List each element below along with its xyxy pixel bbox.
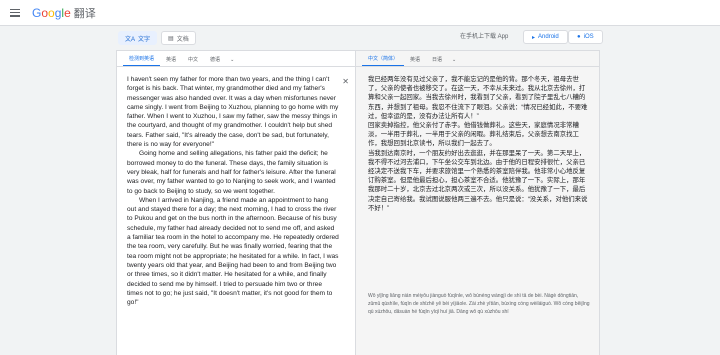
android-app-button[interactable]: ▸ Android [523,30,568,44]
mode-document-button[interactable]: ▤ 文档 [161,31,196,45]
source-paragraph: I haven't seen my father for more than t… [127,76,339,149]
source-tab-detected[interactable]: 检测到英语 [123,55,161,66]
apple-icon: ● [577,34,581,40]
google-logo-text: Google [32,6,71,20]
chevron-down-icon[interactable]: ⌄ [226,57,238,66]
target-tab-english[interactable]: 英语 [404,56,426,66]
text-icon: 文A [125,36,136,43]
romanization-text: Wǒ yǐjīng liǎng nián méiyǒu jiànguò fùqī… [368,293,590,316]
logo-letter-e: e [64,5,71,20]
source-language-bar: 检测到英语 英语 中文 德语 ⌄ [117,51,355,67]
source-textarea[interactable]: I haven't seen my father for more than t… [127,75,339,307]
source-tab-english[interactable]: 英语 [160,56,182,66]
mode-document-label: 文档 [176,36,189,43]
clear-text-icon[interactable]: ✕ [342,77,349,86]
top-bar: Google 翻译 [0,0,720,26]
source-paragraph: Going home and selling allegations, his … [127,150,336,195]
translation-output: 我已经两年没有见过父亲了，我不能忘记的是他的背。那个冬天，祖母去世了，父亲的使者… [368,75,590,213]
target-language-bar: 中文（简体） 英语 日语 ⌄ [356,51,599,67]
menu-icon[interactable] [10,8,20,17]
logo-letter-g: G [32,5,42,20]
mode-text-label: 文字 [138,36,151,43]
android-icon: ▸ [532,34,536,41]
logo-letter-o2: o [48,5,55,20]
app-download-promo: 在手机上下载 App [460,34,509,40]
mode-bar: 文A 文字 ▤ 文档 在手机上下载 App ▸ Android ● iOS [0,26,720,50]
source-paragraph: When I arrived in Nanjing, a friend made… [127,196,339,307]
mode-text-button[interactable]: 文A 文字 [118,31,158,45]
target-panel: 中文（简体） 英语 日语 ⌄ 我已经两年没有见过父亲了，我不能忘记的是他的背。那… [356,50,600,355]
target-tab-chinese-simplified[interactable]: 中文（简体） [362,55,405,66]
source-tab-german[interactable]: 德语 [204,56,226,66]
translation-paragraph: 我已经两年没有见过父亲了，我不能忘记的是他的背。那个冬天，祖母去世了，父亲的使者… [368,76,588,120]
source-panel: 检测到英语 英语 中文 德语 ⌄ I haven't seen my fathe… [116,50,356,355]
product-name: 翻译 [73,7,96,20]
ios-label: iOS [583,34,594,40]
source-tab-chinese[interactable]: 中文 [182,56,204,66]
app-logo[interactable]: Google 翻译 [32,5,96,21]
android-label: Android [538,34,559,40]
chevron-down-icon[interactable]: ⌄ [448,57,460,66]
translation-paragraph: 回家卖掉指控，他父亲付了赤字。他借钱做葬礼。这些天，家庭情况非常糟淡，一半用于葬… [368,122,579,148]
document-icon: ▤ [168,35,174,42]
target-tab-japanese[interactable]: 日语 [426,56,448,66]
ios-app-button[interactable]: ● iOS [568,30,603,44]
translation-paragraph: 当我到达南京时，一个朋友约好出去逛逛，并在那里呆了一天。第二天早上，我不得不过河… [368,149,588,212]
